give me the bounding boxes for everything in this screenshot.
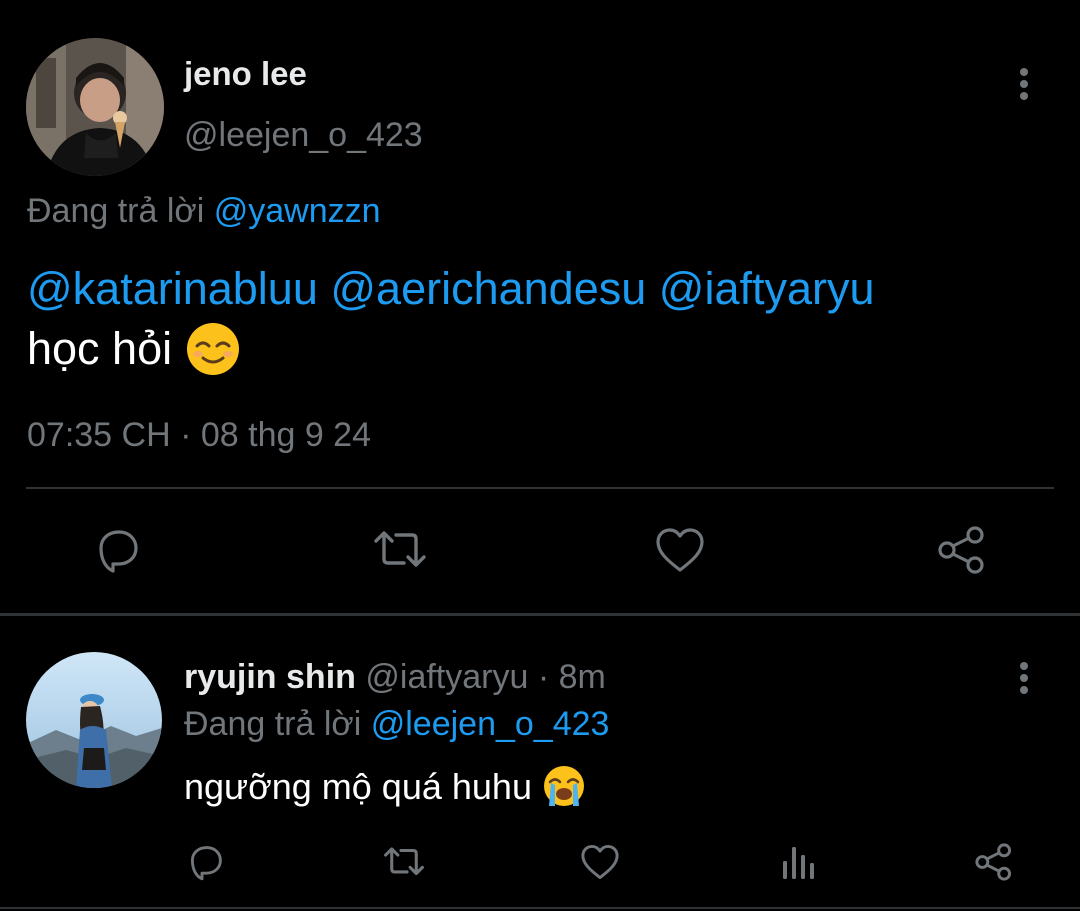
- more-options-button[interactable]: [1004, 656, 1044, 700]
- heart-icon: [656, 528, 704, 572]
- retweet-button[interactable]: [370, 520, 430, 580]
- avatar[interactable]: [26, 652, 162, 788]
- share-icon: [938, 526, 984, 574]
- mention[interactable]: @iaftyaryu: [659, 263, 875, 314]
- replying-to: Đang trả lời @leejen_o_423: [184, 703, 609, 745]
- share-icon: [975, 843, 1012, 881]
- author-handle[interactable]: @iaftyaryu: [365, 658, 528, 696]
- share-button[interactable]: [932, 520, 992, 580]
- author-handle[interactable]: @leejen_o_423: [184, 115, 423, 155]
- replying-to-label: Đang trả lời: [184, 705, 362, 743]
- tweet-text: học hỏi: [27, 323, 173, 374]
- share-button[interactable]: [972, 840, 1016, 884]
- reply-button[interactable]: [88, 520, 148, 580]
- like-button[interactable]: [578, 840, 622, 884]
- avatar-photo: [26, 652, 162, 788]
- mention[interactable]: @katarinabluu: [27, 263, 318, 314]
- analytics-button[interactable]: [776, 840, 820, 884]
- section-divider: [0, 613, 1080, 616]
- reply-header: ryujin shin @iaftyaryu · 8m: [184, 656, 606, 698]
- author-name[interactable]: ryujin shin: [184, 658, 356, 696]
- comment-icon: [99, 530, 138, 573]
- more-vertical-icon: [1020, 662, 1028, 694]
- replying-to: Đang trả lời @yawnzzn: [27, 190, 381, 232]
- tweet-timestamp[interactable]: 07:35 CH · 08 thg 9 24: [27, 414, 371, 456]
- avatar-photo: [26, 38, 164, 176]
- loudly-crying-face-emoji: [542, 764, 586, 814]
- author-name[interactable]: jeno lee: [184, 54, 307, 94]
- replying-to-label: Đang trả lời: [27, 192, 205, 230]
- comment-icon: [190, 846, 222, 881]
- heart-icon: [581, 844, 619, 880]
- more-options-button[interactable]: [1004, 62, 1044, 106]
- reply-button[interactable]: [184, 840, 228, 884]
- replying-to-handle[interactable]: @yawnzzn: [214, 192, 381, 230]
- like-button[interactable]: [650, 520, 710, 580]
- relieved-face-emoji: [185, 321, 241, 384]
- tweet-body: @katarinabluu @aerichandesu @iaftyaryu h…: [27, 259, 1037, 384]
- replying-to-handle[interactable]: @leejen_o_423: [371, 705, 610, 743]
- reply-text: ngưỡng mộ quá huhu: [184, 766, 532, 807]
- analytics-icon: [783, 847, 814, 879]
- divider: [26, 487, 1054, 489]
- bottom-divider: [0, 907, 1080, 909]
- reply-body: ngưỡng mộ quá huhu: [184, 763, 586, 814]
- retweet-icon: [384, 847, 424, 876]
- retweet-icon: [374, 531, 426, 567]
- mention[interactable]: @aerichandesu: [330, 263, 646, 314]
- retweet-button[interactable]: [380, 840, 428, 884]
- avatar[interactable]: [26, 38, 164, 176]
- time-ago: · 8m: [537, 658, 606, 696]
- more-vertical-icon: [1020, 68, 1028, 100]
